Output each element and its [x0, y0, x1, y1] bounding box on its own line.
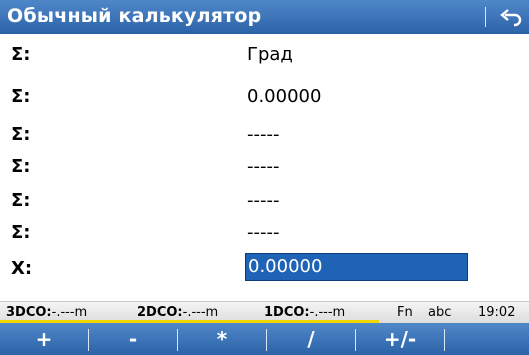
- page-title: Обычный калькулятор: [7, 5, 262, 27]
- title-bar: Обычный калькулятор: [0, 0, 529, 34]
- x-label: X:: [11, 258, 33, 279]
- x-input-row: X: 0.00000: [0, 252, 529, 286]
- softkey-divide[interactable]: /: [267, 323, 355, 355]
- dco2-value: -.---m: [182, 305, 219, 320]
- sum-row-2: Σ: 0.00000: [0, 80, 529, 114]
- sum-value: -----: [247, 222, 280, 243]
- dco1-value: -.---m: [309, 305, 346, 320]
- input-mode-indicator: abc: [428, 305, 452, 320]
- sum-row-4: Σ: -----: [0, 150, 529, 184]
- sum-label: Σ:: [11, 124, 31, 145]
- sum-value: 0.00000: [247, 86, 322, 107]
- softkey-plus-minus[interactable]: +/-: [356, 323, 444, 355]
- dco3-status: 3DCO:-.---m: [6, 305, 87, 320]
- sum-label: Σ:: [11, 190, 31, 211]
- clock: 19:02: [478, 305, 516, 320]
- softkey-multiply[interactable]: *: [178, 323, 266, 355]
- sum-label: Σ:: [11, 156, 31, 177]
- softkey-empty[interactable]: [445, 323, 529, 355]
- x-input-field[interactable]: 0.00000: [245, 253, 468, 281]
- dco1-label: 1DCO:: [264, 305, 310, 320]
- sum-row-3: Σ: -----: [0, 118, 529, 152]
- dco3-value: -.---m: [51, 305, 88, 320]
- dco1-status: 1DCO:-.---m: [264, 305, 345, 320]
- softkey-bar: + - * / +/-: [0, 323, 529, 355]
- sum-value: -----: [247, 124, 280, 145]
- angle-unit-value: Град: [247, 44, 293, 65]
- sum-value: -----: [247, 190, 280, 211]
- fn-indicator: Fn: [397, 305, 413, 320]
- dco2-status: 2DCO:-.---m: [137, 305, 218, 320]
- softkey-plus[interactable]: +: [0, 323, 88, 355]
- title-divider: [485, 7, 486, 27]
- softkey-minus[interactable]: -: [89, 323, 177, 355]
- sum-value: -----: [247, 156, 280, 177]
- sum-label: Σ:: [11, 86, 31, 107]
- sum-row-5: Σ: -----: [0, 184, 529, 218]
- back-arrow-icon: [500, 9, 522, 27]
- dco2-label: 2DCO:: [137, 305, 183, 320]
- sum-row-6: Σ: -----: [0, 216, 529, 250]
- sum-label: Σ:: [11, 44, 31, 65]
- back-button[interactable]: [494, 4, 524, 30]
- sum-row-1: Σ: Град: [0, 38, 529, 72]
- sum-label: Σ:: [11, 222, 31, 243]
- dco3-label: 3DCO:: [6, 305, 52, 320]
